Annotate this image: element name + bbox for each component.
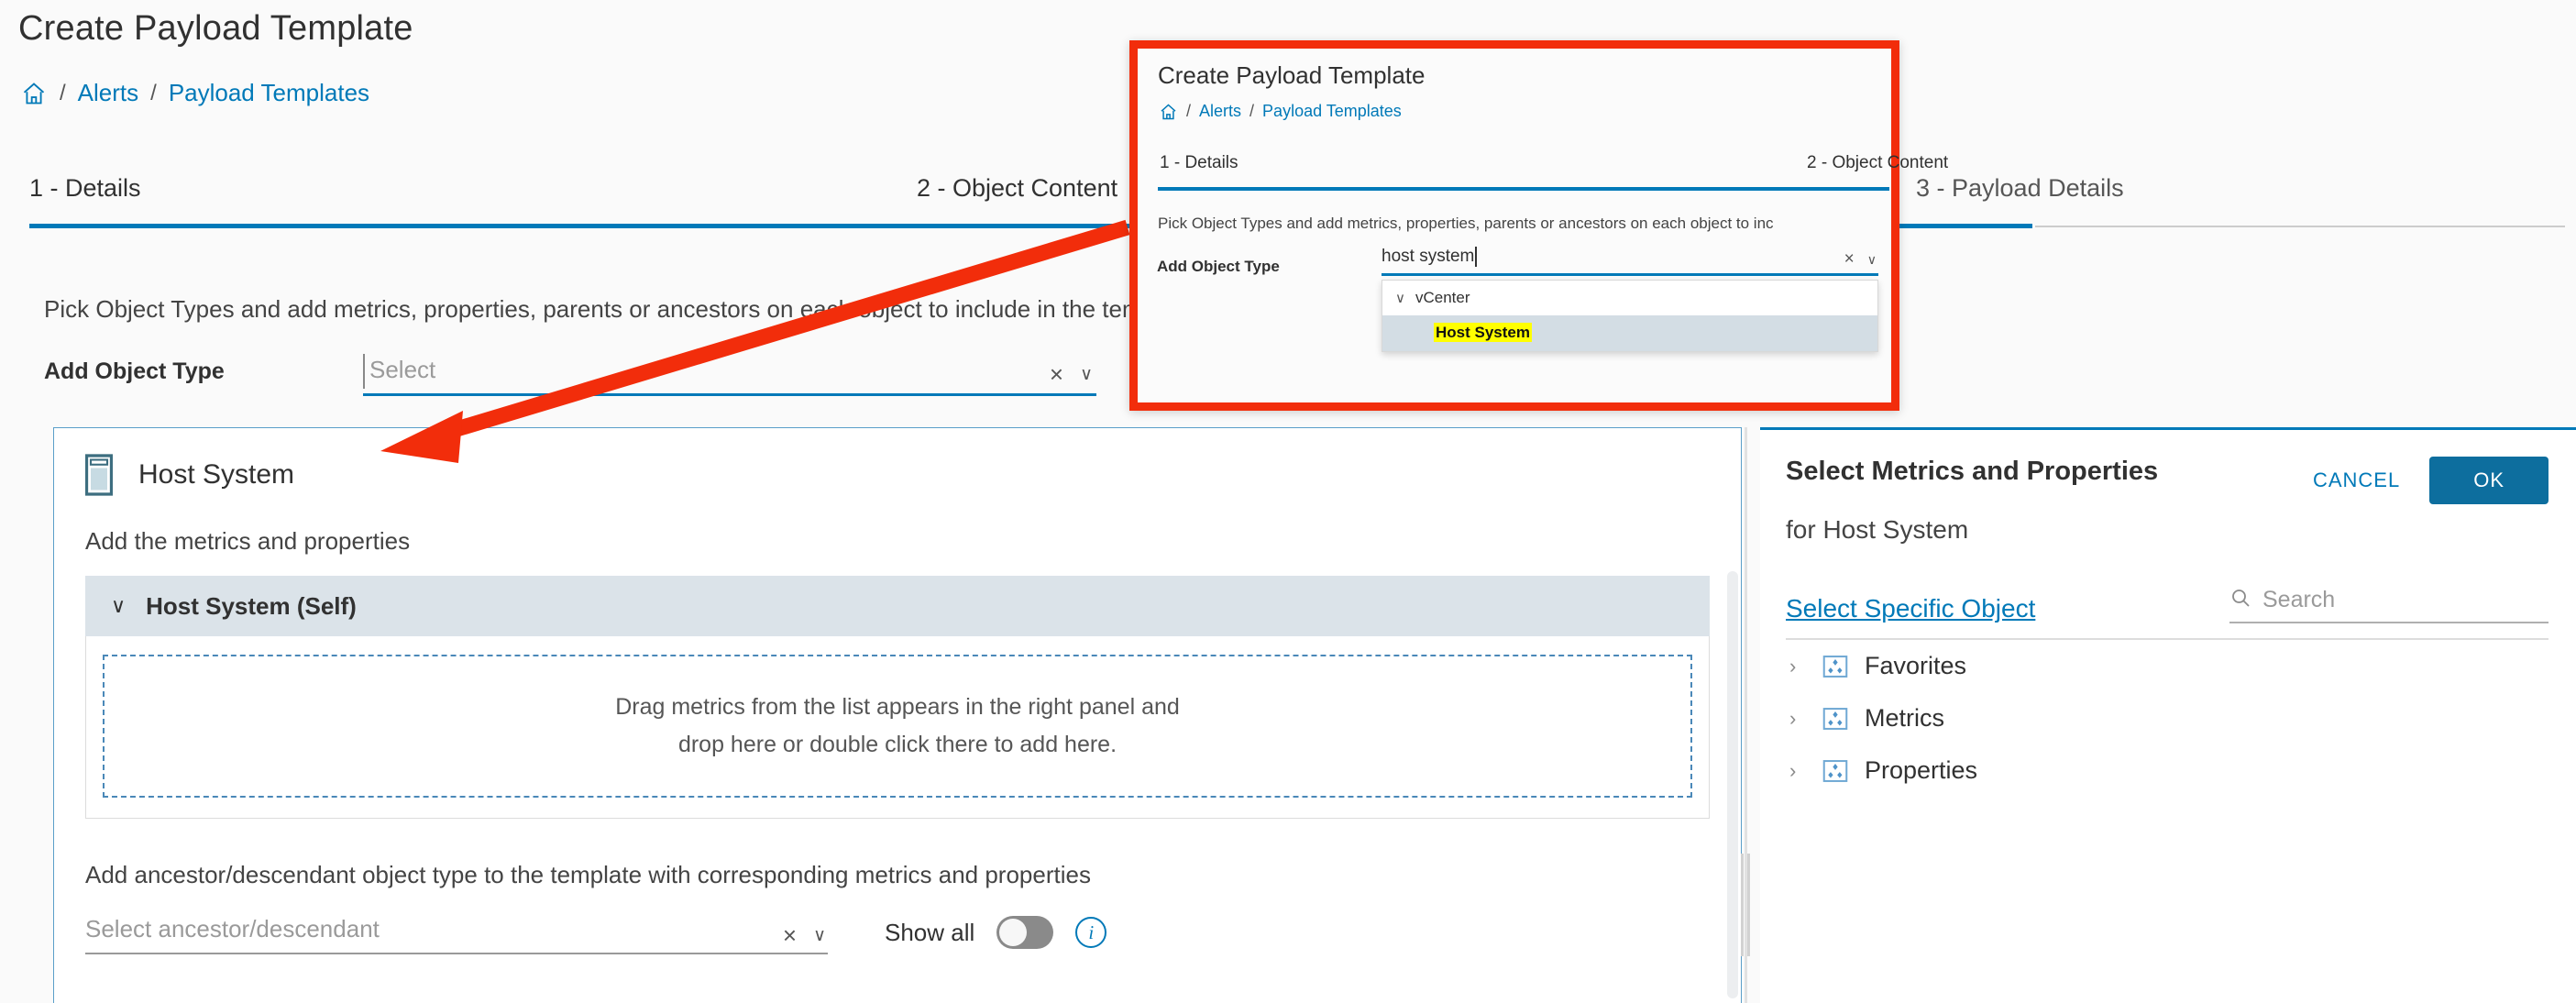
dropdown-group-vcenter[interactable]: ∨ vCenter bbox=[1382, 281, 1877, 315]
text-cursor bbox=[1475, 247, 1478, 267]
breadcrumb-separator-1: / bbox=[1186, 102, 1192, 120]
tab-details[interactable]: 1 - Details bbox=[29, 174, 141, 203]
tab-object-content[interactable]: 2 - Object Content bbox=[917, 174, 1117, 203]
dropdown-group-label: vCenter bbox=[1415, 289, 1470, 306]
ancestor-descendant-label: Add ancestor/descendant object type to t… bbox=[85, 861, 1091, 888]
tree-item-metrics[interactable]: › Metrics bbox=[1760, 692, 2576, 744]
tree-item-label: Metrics bbox=[1865, 704, 1944, 732]
callout-input-value: host system bbox=[1382, 247, 1475, 266]
add-object-type-row: Add Object Type Select × ∨ bbox=[44, 354, 1096, 396]
callout-add-object-type-input[interactable]: host system × ∨ bbox=[1382, 247, 1878, 276]
ancestor-descendant-placeholder: Select ancestor/descendant bbox=[85, 915, 380, 942]
chevron-down-icon[interactable]: ∨ bbox=[1867, 253, 1877, 266]
card-object-title: Host System bbox=[138, 459, 295, 490]
chevron-right-icon[interactable]: › bbox=[1789, 707, 1806, 731]
add-object-type-placeholder: Select bbox=[369, 356, 436, 383]
panel-title: Select Metrics and Properties bbox=[1786, 457, 2159, 486]
add-metrics-label: Add the metrics and properties bbox=[85, 527, 411, 555]
panel-subtitle: for Host System bbox=[1786, 515, 1969, 544]
breadcrumb-separator-1: / bbox=[60, 80, 66, 105]
tree-item-label: Favorites bbox=[1865, 652, 1967, 679]
card-scrollbar[interactable] bbox=[1727, 571, 1738, 998]
metrics-properties-icon bbox=[1822, 707, 1848, 730]
show-all-label: Show all bbox=[885, 918, 975, 946]
dropdown-option-host-system[interactable]: Host System bbox=[1382, 315, 1877, 351]
callout-description: Pick Object Types and add metrics, prope… bbox=[1158, 215, 1774, 232]
metrics-properties-icon bbox=[1822, 655, 1848, 678]
search-input[interactable]: Search bbox=[2229, 587, 2548, 623]
metrics-properties-icon bbox=[1822, 759, 1848, 782]
page-title: Create Payload Template bbox=[18, 9, 413, 48]
home-icon[interactable] bbox=[1159, 103, 1178, 121]
tab-payload-details[interactable]: 3 - Payload Details bbox=[1916, 174, 2124, 203]
chevron-down-icon[interactable]: ∨ bbox=[1080, 366, 1093, 383]
card-header: Host System bbox=[54, 428, 1741, 496]
host-system-icon bbox=[84, 454, 114, 496]
tree-item-properties[interactable]: › Properties bbox=[1760, 744, 2576, 797]
callout-inset: Create Payload Template / Alerts / Paylo… bbox=[1129, 40, 1948, 411]
cancel-button[interactable]: CANCEL bbox=[2307, 468, 2405, 493]
clear-icon[interactable]: × bbox=[1844, 250, 1855, 268]
panel-actions: CANCEL OK bbox=[2307, 457, 2548, 504]
search-icon bbox=[2229, 587, 2251, 613]
tab-active-underline bbox=[1158, 187, 1889, 191]
tab-object-content[interactable]: 2 - Object Content bbox=[1807, 153, 1948, 173]
callout-breadcrumb: / Alerts / Payload Templates bbox=[1159, 102, 1402, 121]
dropzone-line-2: drop here or double click there to add h… bbox=[677, 732, 1117, 757]
tab-details[interactable]: 1 - Details bbox=[1160, 153, 1238, 173]
page-description: Pick Object Types and add metrics, prope… bbox=[44, 295, 1194, 323]
info-icon[interactable]: i bbox=[1075, 917, 1107, 948]
chevron-down-icon[interactable]: ∨ bbox=[111, 594, 126, 618]
object-type-card: Host System Add the metrics and properti… bbox=[53, 427, 1742, 1003]
panel-splitter[interactable] bbox=[1741, 427, 1750, 1003]
ok-button[interactable]: OK bbox=[2429, 457, 2548, 504]
ancestor-descendant-row: Select ancestor/descendant × ∨ Show all … bbox=[54, 889, 1741, 954]
breadcrumb-link-payload-templates[interactable]: Payload Templates bbox=[1262, 102, 1402, 121]
dropzone-line-1: Drag metrics from the list appears in th… bbox=[615, 694, 1180, 720]
callout-add-object-type-label: Add Object Type bbox=[1157, 258, 1280, 275]
ancestor-descendant-select[interactable]: Select ancestor/descendant × ∨ bbox=[85, 915, 828, 954]
chevron-right-icon[interactable]: › bbox=[1789, 759, 1806, 783]
metrics-properties-panel: Select Metrics and Properties CANCEL OK … bbox=[1760, 427, 2576, 1003]
home-icon[interactable] bbox=[20, 81, 48, 106]
select-specific-object-link[interactable]: Select Specific Object bbox=[1786, 594, 2035, 623]
text-cursor bbox=[363, 354, 365, 389]
panel-subheader: Select Specific Object Search bbox=[1760, 545, 2576, 623]
self-section-body: Drag metrics from the list appears in th… bbox=[85, 636, 1710, 819]
breadcrumb-separator-2: / bbox=[150, 80, 157, 105]
breadcrumb: / Alerts / Payload Templates bbox=[20, 79, 369, 107]
metrics-dropzone[interactable]: Drag metrics from the list appears in th… bbox=[103, 655, 1692, 798]
toggle-knob bbox=[999, 919, 1028, 946]
clear-icon[interactable]: × bbox=[783, 923, 797, 947]
self-section-label: Host System (Self) bbox=[146, 591, 357, 620]
show-all-toggle[interactable] bbox=[996, 916, 1054, 949]
panel-top-rule bbox=[1760, 427, 2576, 430]
show-all-group: Show all i bbox=[885, 916, 1107, 954]
tab-inactive-underline bbox=[2035, 226, 2565, 227]
tree-item-label: Properties bbox=[1865, 756, 1978, 784]
breadcrumb-link-payload-templates[interactable]: Payload Templates bbox=[169, 79, 369, 107]
splitter-grip[interactable] bbox=[1740, 854, 1752, 956]
chevron-down-icon[interactable]: ∨ bbox=[813, 927, 826, 944]
add-object-type-label: Add Object Type bbox=[44, 358, 225, 384]
tree-item-favorites[interactable]: › Favorites bbox=[1760, 640, 2576, 692]
search-placeholder: Search bbox=[2262, 587, 2336, 612]
add-object-type-select[interactable]: Select × ∨ bbox=[363, 354, 1096, 396]
breadcrumb-link-alerts[interactable]: Alerts bbox=[1199, 102, 1241, 121]
panel-header: Select Metrics and Properties CANCEL OK bbox=[1760, 427, 2576, 504]
breadcrumb-separator-2: / bbox=[1249, 102, 1255, 120]
callout-wizard-tabs: 1 - Details 2 - Object Content bbox=[1138, 153, 1948, 191]
callout-title: Create Payload Template bbox=[1158, 61, 1426, 89]
host-system-self-section-header[interactable]: ∨ Host System (Self) bbox=[85, 576, 1710, 636]
dropdown-option-label: Host System bbox=[1434, 323, 1532, 342]
chevron-right-icon[interactable]: › bbox=[1789, 655, 1806, 678]
callout-dropdown: ∨ vCenter Host System bbox=[1382, 280, 1878, 352]
breadcrumb-link-alerts[interactable]: Alerts bbox=[78, 79, 138, 107]
chevron-down-icon[interactable]: ∨ bbox=[1395, 290, 1405, 306]
clear-icon[interactable]: × bbox=[1050, 362, 1063, 386]
